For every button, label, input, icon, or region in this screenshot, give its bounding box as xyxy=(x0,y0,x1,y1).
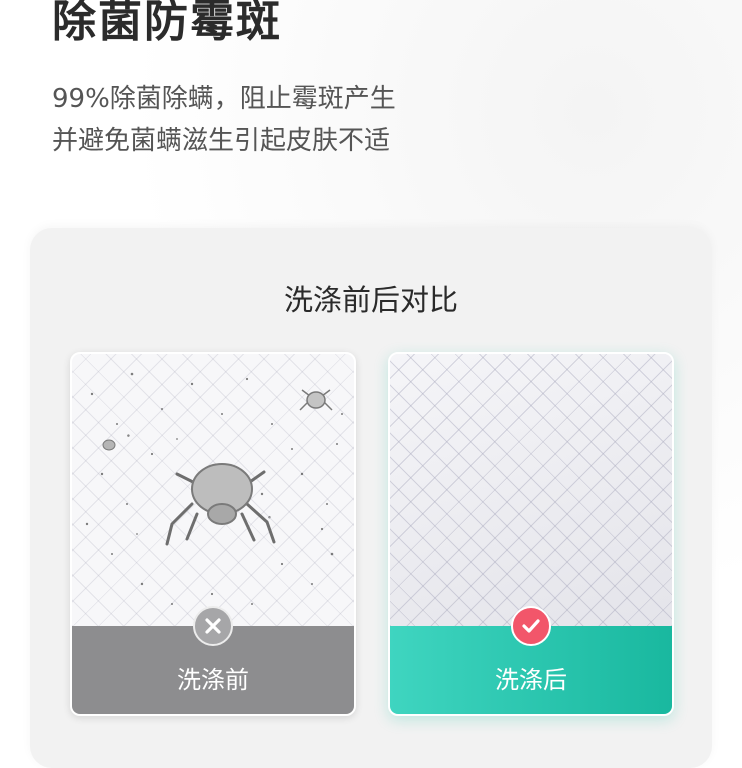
before-label: 洗涤前 xyxy=(177,666,249,694)
tiny-mite-icon xyxy=(102,439,116,451)
before-wash-card: 洗涤前 xyxy=(70,352,356,716)
small-mite-icon xyxy=(299,389,333,411)
x-icon xyxy=(193,606,233,646)
clean-fabric-image xyxy=(390,354,672,626)
after-label: 洗涤后 xyxy=(495,666,567,694)
after-wash-card: 洗涤后 xyxy=(388,352,674,716)
dirty-fabric-image xyxy=(72,354,354,626)
description: 99%除菌除螨，阻止霉斑产生 并避免菌螨滋生引起皮肤不适 xyxy=(52,78,396,162)
description-line-2: 并避免菌螨滋生引起皮肤不适 xyxy=(52,126,391,156)
comparison-title: 洗涤前后对比 xyxy=(283,283,458,317)
description-line-1: 99%除菌除螨，阻止霉斑产生 xyxy=(52,84,396,114)
large-mite-icon xyxy=(165,463,276,546)
check-icon xyxy=(511,606,551,646)
page-headline: 除菌防霉斑 xyxy=(52,0,282,47)
